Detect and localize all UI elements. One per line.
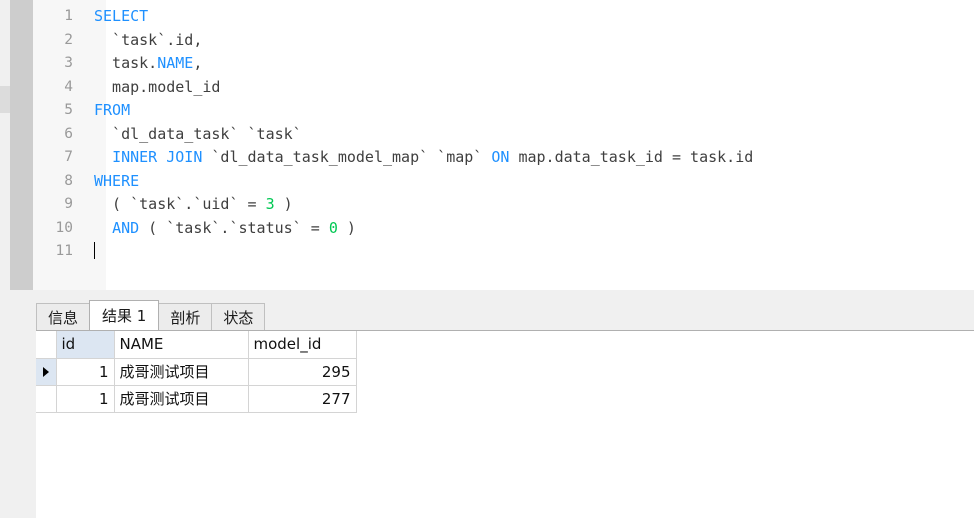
result-grid-container[interactable]: id NAME model_id 1成哥测试项目2951成哥测试项目277: [36, 330, 974, 518]
code-line[interactable]: 4 map.model_id: [10, 76, 974, 100]
code-line-list: 1SELECT2 `task`.id,3 task.NAME,4 map.mod…: [10, 5, 974, 264]
cell-id[interactable]: 1: [56, 385, 114, 412]
cell-name[interactable]: 成哥测试项目: [114, 358, 248, 385]
cell-id[interactable]: 1: [56, 358, 114, 385]
code-line-text[interactable]: [83, 240, 974, 264]
code-line[interactable]: 7 INNER JOIN `dl_data_task_model_map` `m…: [10, 146, 974, 170]
code-token: 3: [266, 195, 275, 213]
column-header-name[interactable]: NAME: [114, 331, 248, 358]
table-row[interactable]: 1成哥测试项目277: [36, 385, 356, 412]
row-marker-cell[interactable]: [36, 385, 56, 412]
code-token: [94, 148, 112, 166]
result-tabstrip: 信息结果 1剖析状态: [36, 300, 264, 330]
result-panel: 信息结果 1剖析状态 id NAME model_id 1成哥测试项目2951成…: [33, 290, 974, 518]
column-header-id[interactable]: id: [56, 331, 114, 358]
code-token: ( `task`.`status` =: [139, 219, 329, 237]
column-header-model-id[interactable]: model_id: [248, 331, 356, 358]
line-number: 3: [10, 52, 83, 76]
text-caret: [94, 242, 95, 259]
code-token: ): [275, 195, 293, 213]
code-line-text[interactable]: AND ( `task`.`status` = 0 ): [83, 217, 974, 241]
code-line-text[interactable]: SELECT: [83, 5, 974, 29]
line-number: 6: [10, 123, 83, 147]
line-number: 1: [10, 5, 83, 29]
row-marker-header: [36, 331, 56, 358]
code-token: WHERE: [94, 172, 139, 190]
triangle-right-icon: [43, 367, 49, 377]
grid-header-row: id NAME model_id: [36, 331, 356, 358]
code-token: map.data_task_id = task.id: [509, 148, 753, 166]
code-token: INNER JOIN: [112, 148, 202, 166]
cell-model-id[interactable]: 277: [248, 385, 356, 412]
code-line[interactable]: 5 FROM: [10, 99, 974, 123]
code-token: AND: [112, 219, 139, 237]
result-tab[interactable]: 状态: [211, 303, 265, 330]
code-line[interactable]: 9 ( `task`.`uid` = 3 ): [10, 193, 974, 217]
code-token: NAME: [157, 54, 193, 72]
code-token: ( `task`.`uid` =: [94, 195, 266, 213]
code-token: FROM: [94, 101, 130, 119]
code-line[interactable]: 2 `task`.id,: [10, 29, 974, 53]
sql-editor-pane[interactable]: 1SELECT2 `task`.id,3 task.NAME,4 map.mod…: [10, 0, 974, 290]
code-line-text[interactable]: WHERE: [83, 170, 974, 194]
table-row[interactable]: 1成哥测试项目295: [36, 358, 356, 385]
code-token: task.: [94, 54, 157, 72]
line-number: 4: [10, 76, 83, 100]
code-token: 0: [329, 219, 338, 237]
code-token: map.model_id: [94, 78, 220, 96]
code-token: `dl_data_task_model_map` `map`: [202, 148, 491, 166]
code-line[interactable]: 3 task.NAME,: [10, 52, 974, 76]
sql-editor-window: 1SELECT2 `task`.id,3 task.NAME,4 map.mod…: [0, 0, 974, 518]
line-number: 2: [10, 29, 83, 53]
code-token: ): [338, 219, 356, 237]
result-tab[interactable]: 结果 1: [89, 300, 159, 330]
code-token: ON: [491, 148, 509, 166]
code-line[interactable]: 8 WHERE: [10, 170, 974, 194]
line-number: 5: [10, 99, 83, 123]
code-line[interactable]: 11: [10, 240, 974, 264]
line-number: 7: [10, 146, 83, 170]
code-line[interactable]: 1 SELECT: [10, 5, 974, 29]
line-number: 11: [10, 240, 83, 264]
code-token: SELECT: [94, 7, 148, 25]
line-number: 9: [10, 193, 83, 217]
code-line-text[interactable]: task.NAME,: [83, 52, 974, 76]
current-row-marker-icon[interactable]: [36, 358, 56, 385]
cell-name[interactable]: 成哥测试项目: [114, 385, 248, 412]
result-tab[interactable]: 信息: [36, 303, 90, 330]
code-line-text[interactable]: `task`.id,: [83, 29, 974, 53]
code-line-text[interactable]: `dl_data_task` `task`: [83, 123, 974, 147]
code-line-text[interactable]: INNER JOIN `dl_data_task_model_map` `map…: [83, 146, 974, 170]
cell-model-id[interactable]: 295: [248, 358, 356, 385]
code-line-text[interactable]: map.model_id: [83, 76, 974, 100]
line-number: 8: [10, 170, 83, 194]
code-token: [94, 219, 112, 237]
code-line[interactable]: 6 `dl_data_task` `task`: [10, 123, 974, 147]
result-grid[interactable]: id NAME model_id 1成哥测试项目2951成哥测试项目277: [36, 331, 357, 413]
line-number: 10: [10, 217, 83, 241]
code-line-text[interactable]: ( `task`.`uid` = 3 ): [83, 193, 974, 217]
result-tab[interactable]: 剖析: [158, 303, 212, 330]
code-token: ,: [193, 54, 202, 72]
code-token: `task`.id,: [94, 31, 202, 49]
code-line-text[interactable]: FROM: [83, 99, 974, 123]
code-token: `dl_data_task` `task`: [94, 125, 302, 143]
code-line[interactable]: 10 AND ( `task`.`status` = 0 ): [10, 217, 974, 241]
pane-splitter-handle[interactable]: [0, 86, 10, 113]
